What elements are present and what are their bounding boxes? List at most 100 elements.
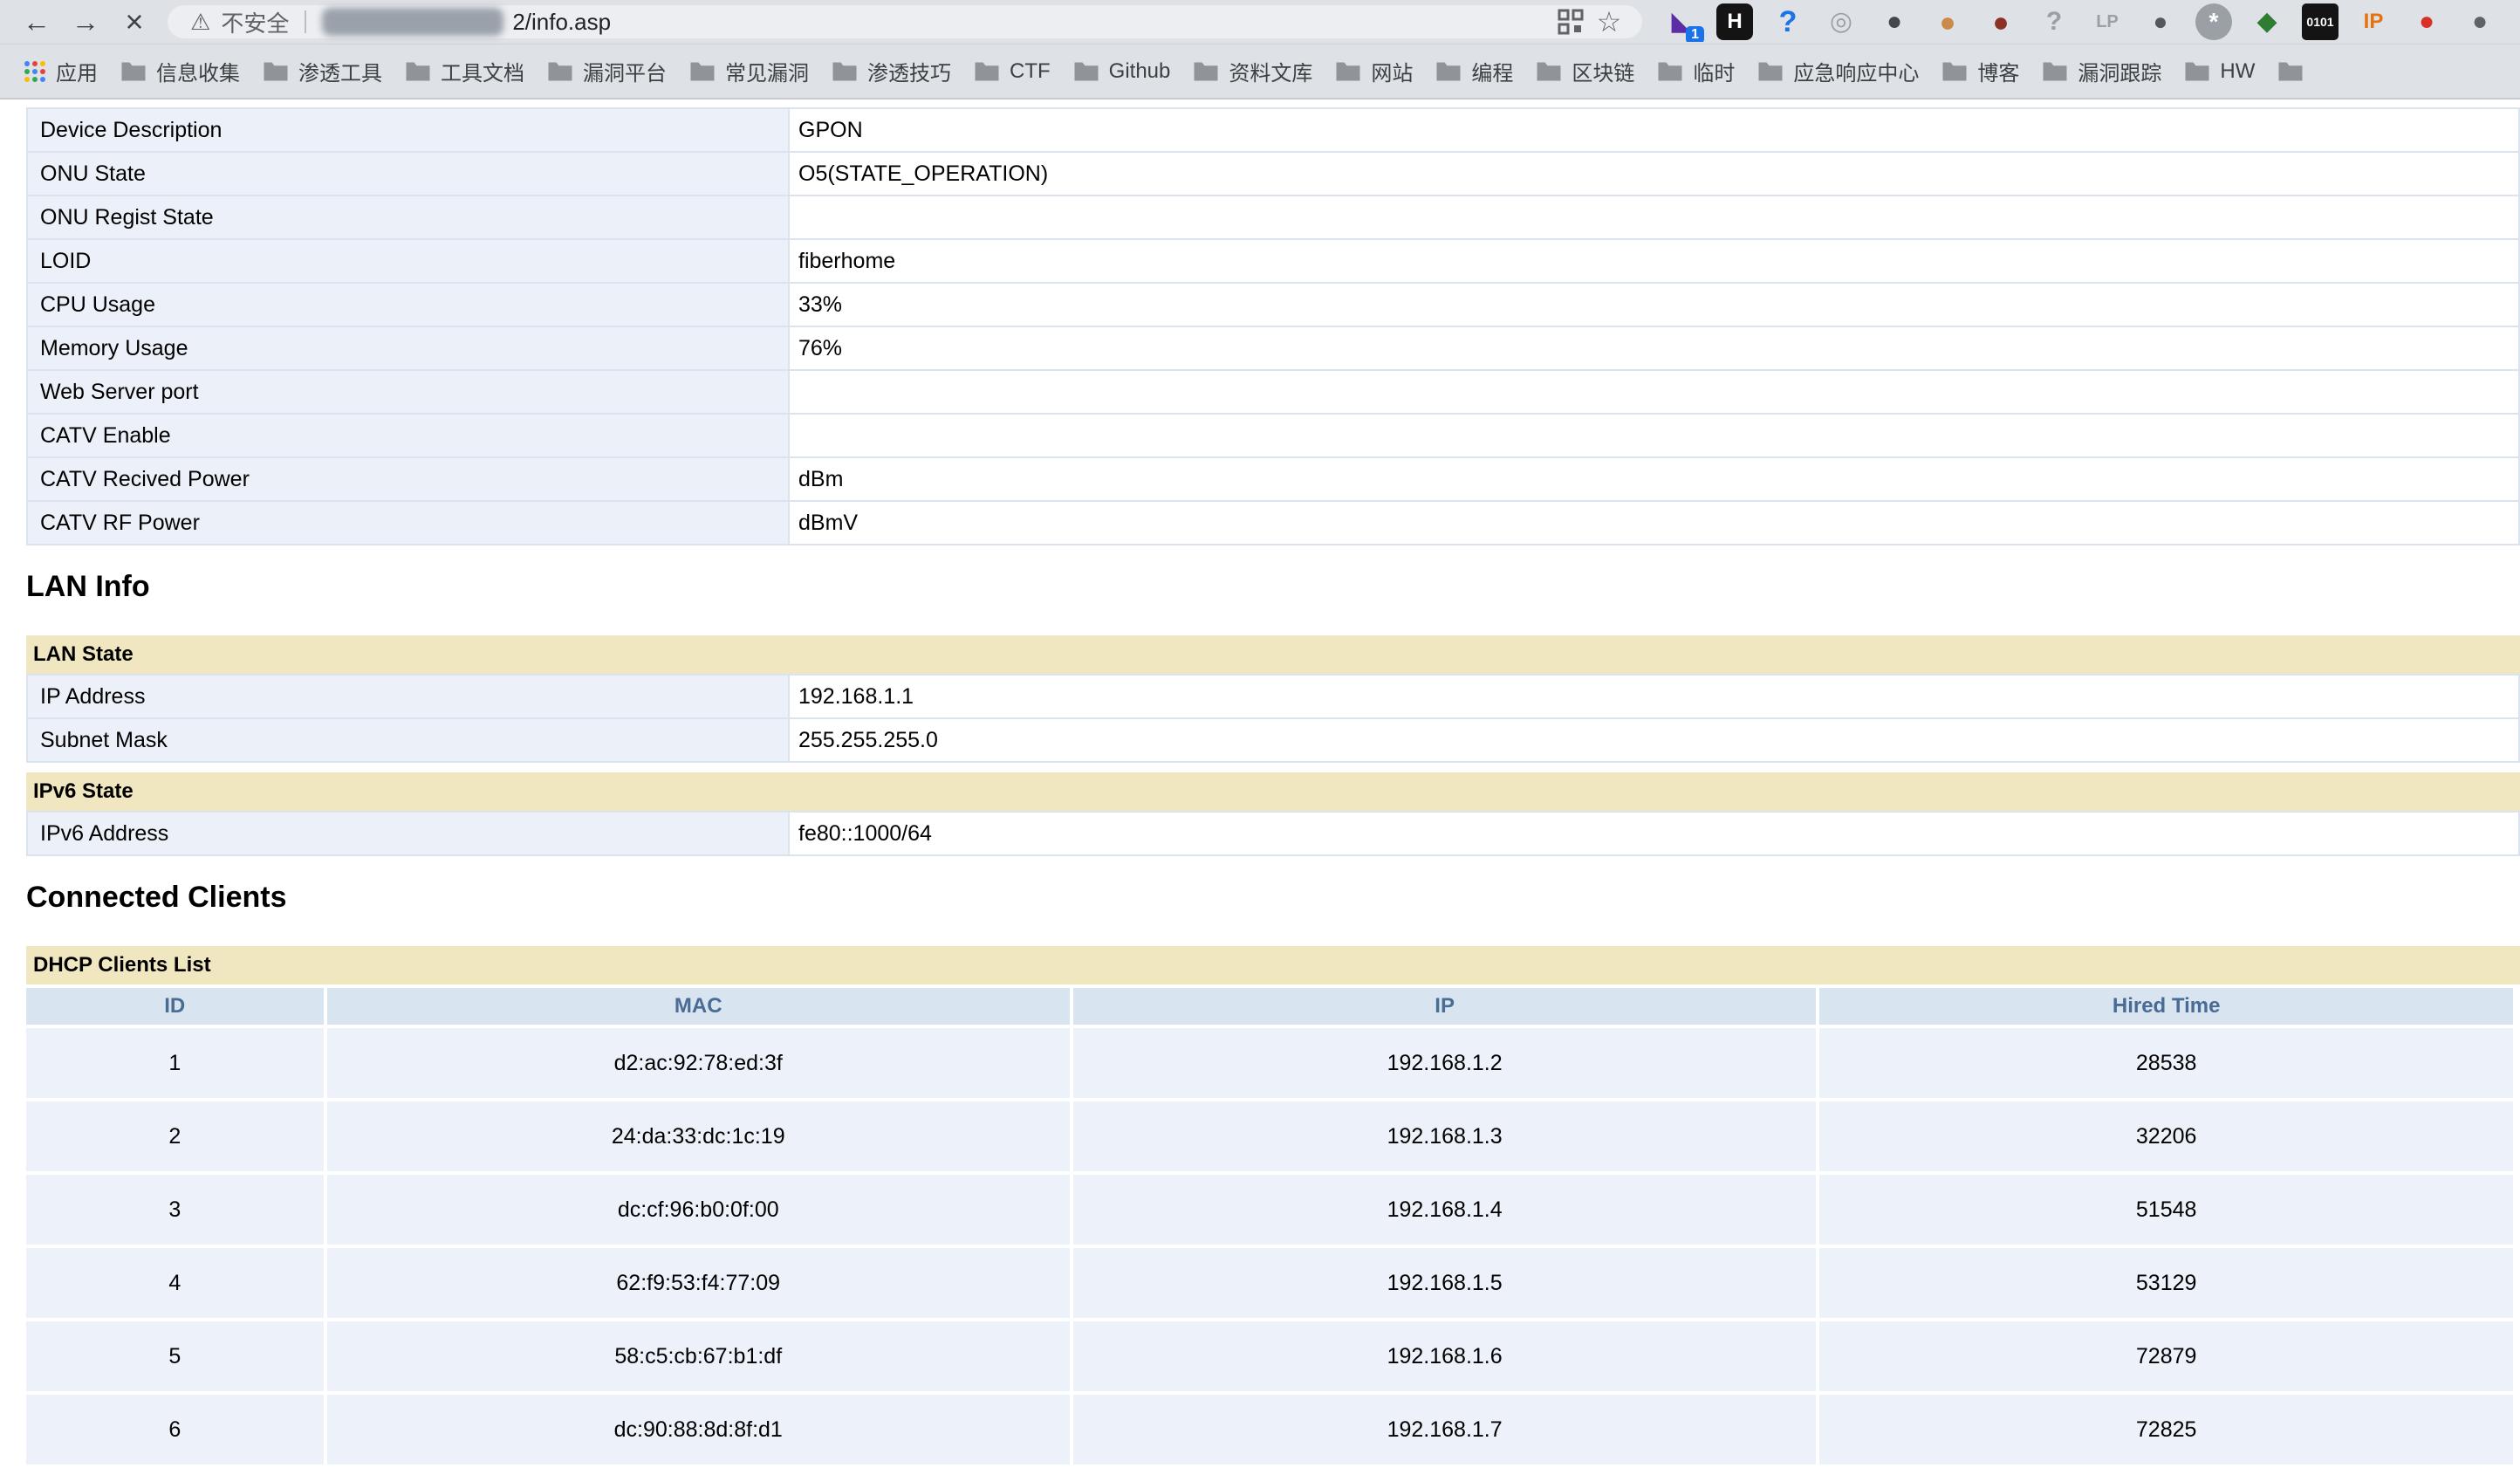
bookmark-folder[interactable]: 渗透技巧 <box>820 51 962 92</box>
extensions-area: ◣ 1 H ? ◎ ● <box>1661 2 2520 42</box>
forward-button[interactable]: → <box>61 3 110 41</box>
table-row: IPv6 Address fe80::1000/64 <box>27 812 2519 855</box>
cell-ip: 192.168.1.5 <box>1073 1248 1816 1318</box>
cell-ip: 192.168.1.3 <box>1073 1101 1816 1171</box>
extension-icon[interactable]: ● <box>2140 2 2181 42</box>
extension-glyph: ● <box>2408 3 2445 40</box>
extension-glyph: ● <box>2142 3 2179 40</box>
extension-glyph: ◎ <box>1823 3 1859 40</box>
bookmark-folder[interactable]: 信息收集 <box>109 51 251 92</box>
cell-mac: dc:cf:96:b0:0f:00 <box>327 1175 1070 1245</box>
folder-icon <box>1941 61 1968 82</box>
bookmark-label: 编程 <box>1471 56 1513 86</box>
cell-mac: 58:c5:cb:67:b1:df <box>327 1321 1070 1391</box>
bookmark-label: 资料文库 <box>1229 56 1312 86</box>
folder-icon <box>974 61 1000 82</box>
dhcp-client-row: 3 dc:cf:96:b0:0f:00 192.168.1.4 51548 <box>26 1175 2513 1245</box>
extension-glyph: H <box>1716 3 1753 40</box>
row-label: CPU Usage <box>27 283 789 326</box>
folder-icon <box>1073 61 1099 82</box>
bookmark-folder[interactable]: 常见漏洞 <box>678 51 820 92</box>
bookmark-folder[interactable]: 编程 <box>1424 51 1524 92</box>
extension-icon[interactable]: ● <box>1874 2 1914 42</box>
extension-icon[interactable]: 0101 <box>2300 2 2340 42</box>
row-label: Memory Usage <box>27 326 789 370</box>
table-row: LOID fiberhome <box>27 239 2519 283</box>
folder-icon <box>832 61 858 82</box>
extension-icon[interactable]: ◆ <box>2247 2 2287 42</box>
extension-icon[interactable]: ● <box>1981 2 2021 42</box>
extension-icon[interactable]: ◣ 1 <box>1661 2 1702 42</box>
cell-hired-time: 51548 <box>1819 1175 2513 1245</box>
address-bar[interactable]: ⚠ 不安全 2/info.asp ☆ <box>168 5 1642 38</box>
folder-icon <box>547 61 573 82</box>
bookmark-apps[interactable]: 应用 <box>12 51 109 92</box>
bookmark-folder[interactable]: 临时 <box>1646 51 1746 92</box>
bookmark-folder[interactable]: 工具文档 <box>394 51 536 92</box>
extension-glyph: 0101 <box>2302 3 2339 40</box>
extension-icon[interactable]: ● <box>2407 2 2447 42</box>
folder-icon <box>120 61 147 82</box>
bookmark-folder[interactable]: 漏洞跟踪 <box>2030 51 2173 92</box>
bookmark-folder[interactable]: 漏洞平台 <box>536 51 678 92</box>
bookmark-folder[interactable]: 区块链 <box>1524 51 1646 92</box>
ipv6-state-table: IPv6 Address fe80::1000/64 <box>26 811 2520 856</box>
row-value <box>789 370 2519 414</box>
back-button[interactable]: ← <box>12 3 61 41</box>
bookmark-folder[interactable]: 网站 <box>1324 51 1424 92</box>
extension-icon[interactable]: ◎ <box>1821 2 1861 42</box>
bookmark-folder[interactable]: CTF <box>962 54 1062 89</box>
bookmark-label: 博客 <box>1977 56 2019 86</box>
extension-icon[interactable]: ● <box>2460 2 2500 42</box>
row-label: CATV RF Power <box>27 501 789 545</box>
column-header-hired-time: Hired Time <box>1819 988 2513 1025</box>
bookmark-star-icon[interactable]: ☆ <box>1590 3 1628 41</box>
bookmark-folder[interactable]: 渗透工具 <box>251 51 394 92</box>
extension-icon[interactable]: ● <box>1928 2 1968 42</box>
extension-icon[interactable]: * <box>2194 2 2234 42</box>
bookmark-folder[interactable]: Github <box>1062 54 1182 89</box>
bookmark-label: 信息收集 <box>156 56 240 86</box>
extension-glyph: ● <box>2462 3 2498 40</box>
row-value: O5(STATE_OPERATION) <box>789 152 2519 196</box>
dhcp-client-row: 4 62:f9:53:f4:77:09 192.168.1.5 53129 <box>26 1248 2513 1318</box>
table-row: CATV Enable <box>27 414 2519 457</box>
stop-button[interactable]: × <box>110 3 159 41</box>
extension-icon[interactable]: IP <box>2353 2 2393 42</box>
ipv6-state-section-bar: IPv6 State <box>26 772 2520 811</box>
bookmark-label: 临时 <box>1693 56 1735 86</box>
bookmark-label: 渗透工具 <box>298 56 382 86</box>
table-row: CATV RF Power dBmV <box>27 501 2519 545</box>
bookmark-folder[interactable]: 应急响应中心 <box>1746 51 1930 92</box>
security-warning-icon[interactable]: ⚠ <box>190 9 210 36</box>
bookmark-folder[interactable]: 资料文库 <box>1181 51 1324 92</box>
cell-id: 6 <box>26 1395 324 1465</box>
cell-id: 1 <box>26 1028 324 1098</box>
extension-icon[interactable]: ? <box>1768 2 1808 42</box>
table-row: Subnet Mask 255.255.255.0 <box>27 718 2519 762</box>
row-value: GPON <box>789 108 2519 152</box>
extension-icon[interactable]: ? <box>2034 2 2074 42</box>
bookmark-label: 应急响应中心 <box>1793 56 1919 86</box>
row-label: IP Address <box>27 675 789 718</box>
extension-icon[interactable]: H <box>1715 2 1755 42</box>
omnibox-divider <box>305 10 306 33</box>
bookmark-folder[interactable]: HW <box>2173 54 2266 89</box>
dhcp-clients-table: ID MAC IP Hired Time 1 d2:ac:92:78:ed:3f… <box>23 984 2517 1468</box>
cell-mac: dc:90:88:8d:8f:d1 <box>327 1395 1070 1465</box>
bookmark-folder[interactable]: 博客 <box>1930 51 2030 92</box>
extension-badge: 1 <box>1686 26 1704 42</box>
table-row: IP Address 192.168.1.1 <box>27 675 2519 718</box>
table-row: CPU Usage 33% <box>27 283 2519 326</box>
bookmark-folder[interactable] <box>2266 56 2325 87</box>
bookmark-label: 漏洞平台 <box>583 56 667 86</box>
qr-code-icon[interactable] <box>1551 3 1590 41</box>
row-label: ONU State <box>27 152 789 196</box>
extension-icon[interactable]: LP <box>2087 2 2127 42</box>
dhcp-client-row: 6 dc:90:88:8d:8f:d1 192.168.1.7 72825 <box>26 1395 2513 1465</box>
cell-ip: 192.168.1.6 <box>1073 1321 1816 1391</box>
row-label: ONU Regist State <box>27 196 789 239</box>
row-value: fe80::1000/64 <box>789 812 2519 855</box>
bookmark-label: 网站 <box>1371 56 1413 86</box>
cell-hired-time: 53129 <box>1819 1248 2513 1318</box>
